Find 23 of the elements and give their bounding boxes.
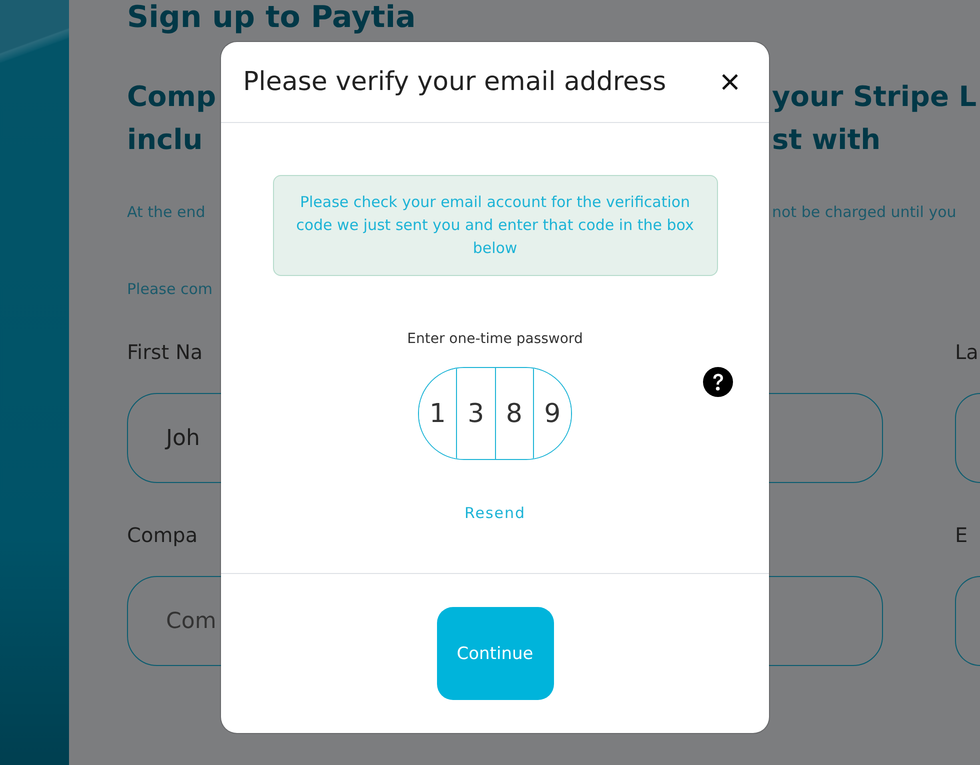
field-label: First Na — [127, 339, 203, 366]
info-message: Please check your email account for the verification code we just sent you and enter that code in the box below — [272, 175, 718, 276]
text-field[interactable] — [955, 576, 980, 666]
field-label: Compa — [127, 522, 198, 549]
otp-digit-field[interactable]: 9 — [532, 368, 571, 459]
otp-digit-field[interactable]: 8 — [494, 368, 533, 459]
field-label: La — [955, 339, 978, 366]
paragraph-text: Please com — [127, 279, 212, 300]
dialog-title: Please verify your email address — [243, 67, 666, 97]
heading-text: your Stripe L — [772, 79, 977, 115]
heading-text: Comp — [127, 79, 216, 115]
otp-digit-field[interactable]: 1 — [419, 368, 456, 459]
text-field[interactable] — [955, 393, 980, 483]
otp-label: Enter one-time password — [407, 330, 583, 348]
field-label: E — [955, 522, 968, 549]
close-icon — [722, 74, 738, 90]
page-heading: Sign up to Paytia — [127, 0, 416, 36]
close-button[interactable] — [722, 74, 738, 90]
paragraph-text: At the end — [127, 202, 206, 223]
heading-text: inclu — [127, 122, 203, 158]
heading-text: st with — [772, 122, 881, 158]
help-icon[interactable] — [703, 367, 733, 397]
paragraph-text: not be charged until you — [772, 202, 956, 223]
